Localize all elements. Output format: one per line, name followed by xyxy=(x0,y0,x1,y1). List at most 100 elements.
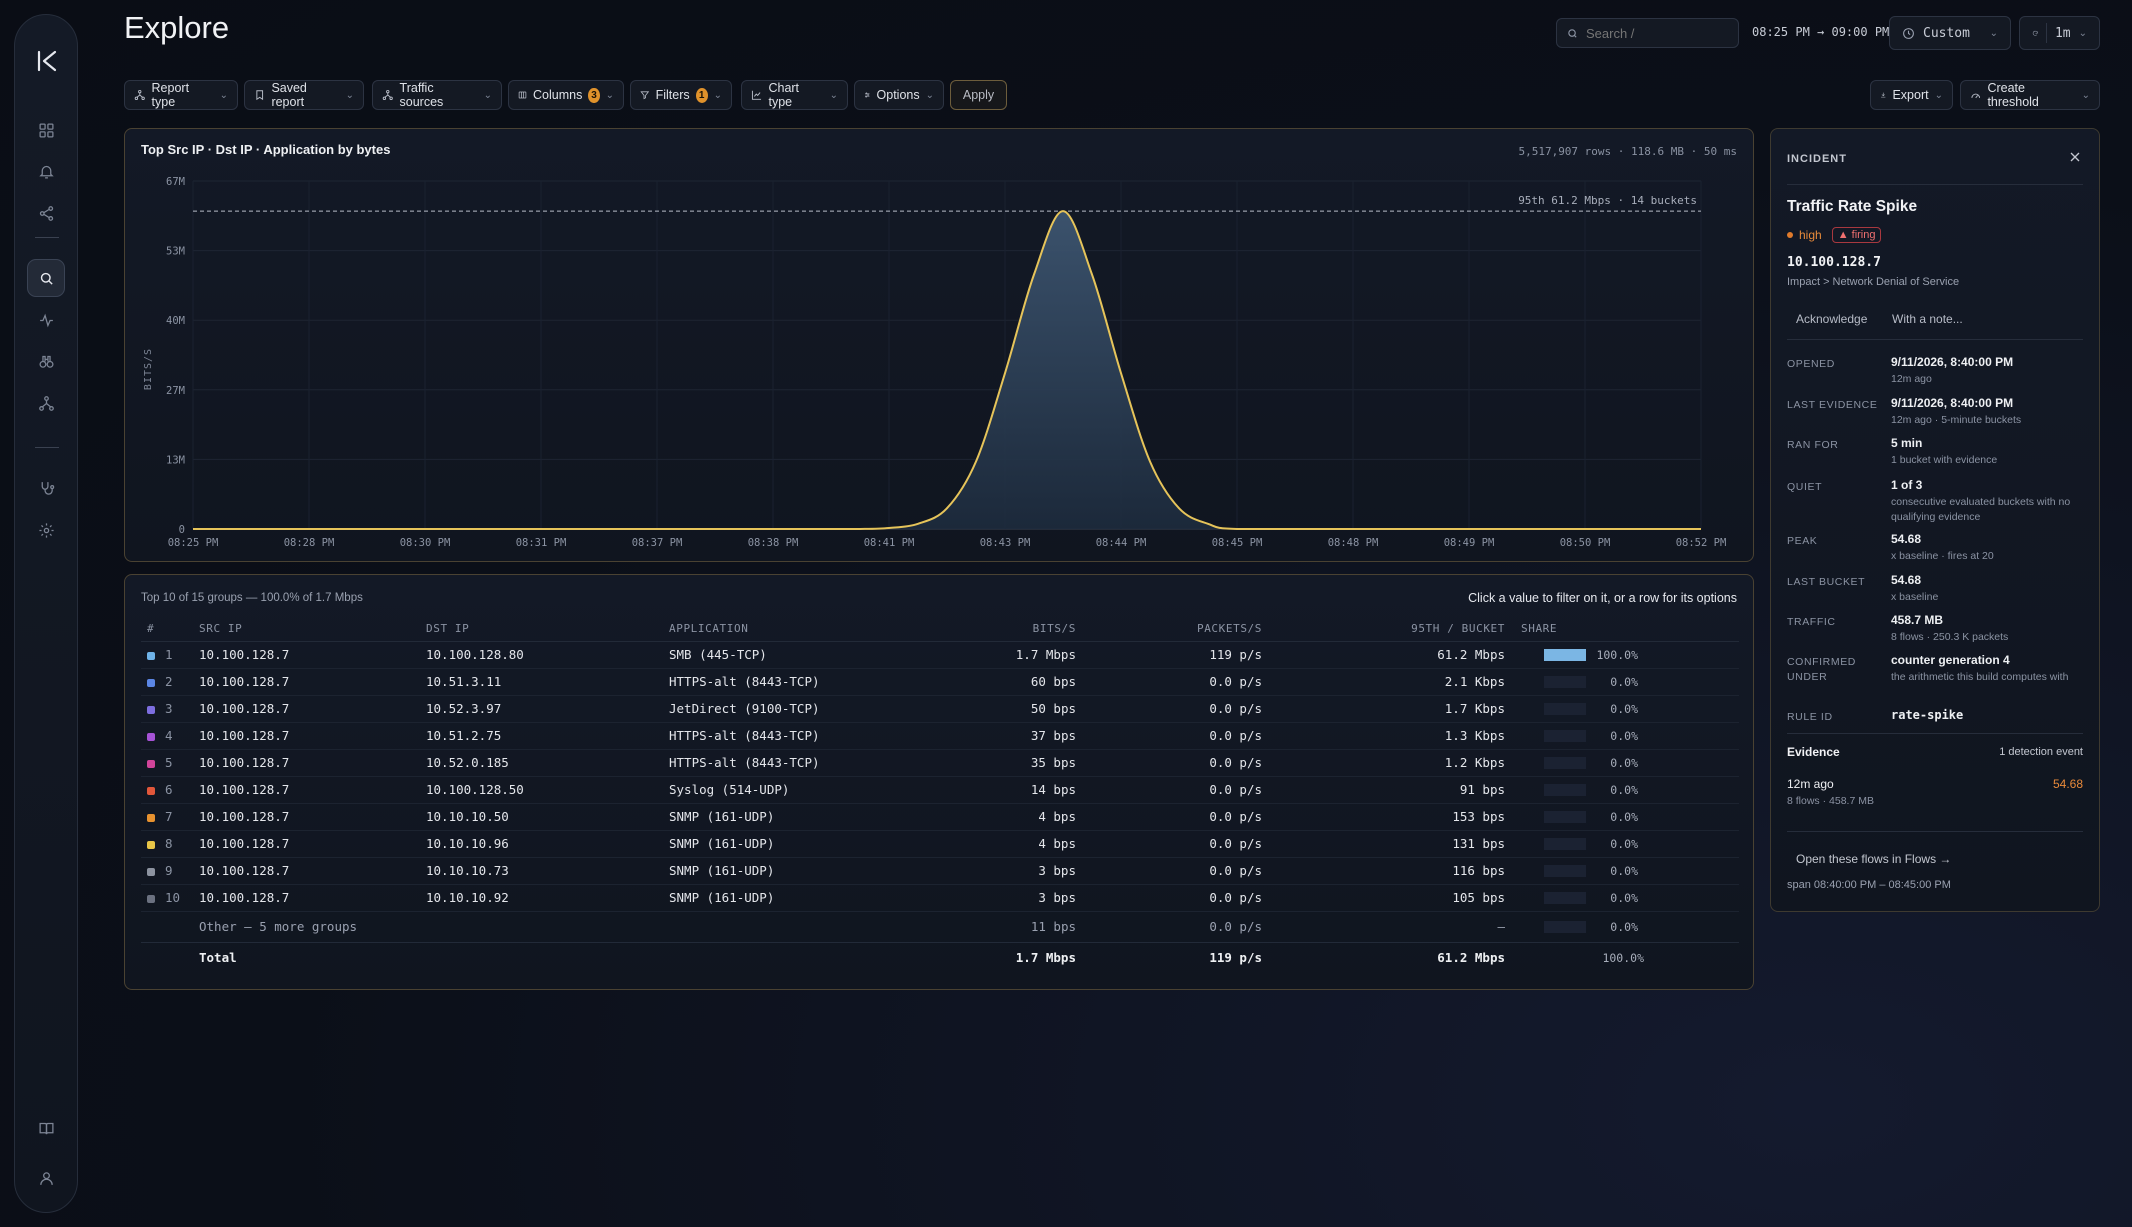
report-type-button[interactable]: Report type ⌄ xyxy=(124,80,238,110)
cell-src-ip[interactable]: 10.100.128.7 xyxy=(199,776,426,804)
cell-src-ip[interactable]: 10.100.128.7 xyxy=(199,641,426,669)
evidence-time[interactable]: 12m ago xyxy=(1787,777,1834,791)
table-row[interactable]: 4 10.100.128.7 10.51.2.75 HTTPS-alt (8443-T… xyxy=(141,722,1739,750)
columns-count-badge: 3 xyxy=(588,87,600,103)
cell-dst-ip[interactable]: 10.52.0.185 xyxy=(426,749,669,777)
cell-application[interactable]: SNMP (161-UDP) xyxy=(669,803,954,831)
col-index[interactable]: # xyxy=(141,617,199,642)
table-row[interactable]: 3 10.100.128.7 10.52.3.97 JetDirect (9100-T… xyxy=(141,695,1739,723)
row-index: 1 xyxy=(141,641,199,669)
nav-explore[interactable] xyxy=(27,259,65,297)
nav-investigate[interactable] xyxy=(27,342,65,380)
cell-dst-ip[interactable]: 10.10.10.50 xyxy=(426,803,669,831)
cell-dst-ip[interactable]: 10.10.10.92 xyxy=(426,884,669,912)
columns-button[interactable]: Columns 3 ⌄ xyxy=(508,80,624,110)
nav-alerts[interactable] xyxy=(27,152,65,190)
series-swatch xyxy=(147,759,155,768)
filters-button[interactable]: Filters 1 ⌄ xyxy=(630,80,732,110)
options-button[interactable]: Options ⌄ xyxy=(854,80,944,110)
nav-activity[interactable] xyxy=(27,301,65,339)
chevron-down-icon: ⌄ xyxy=(345,89,354,101)
cell-dst-ip[interactable]: 10.10.10.73 xyxy=(426,857,669,885)
cell-application[interactable]: Syslog (514-UDP) xyxy=(669,776,954,804)
cell-dst-ip[interactable]: 10.51.3.11 xyxy=(426,668,669,696)
col-share[interactable]: SHARE xyxy=(1505,617,1739,642)
table-row[interactable]: 5 10.100.128.7 10.52.0.185 HTTPS-alt (8443-… xyxy=(141,749,1739,777)
cell-dst-ip[interactable]: 10.10.10.96 xyxy=(426,830,669,858)
row-number: 4 xyxy=(165,728,173,743)
cell-src-ip[interactable]: 10.100.128.7 xyxy=(199,830,426,858)
cell-dst-ip[interactable]: 10.51.2.75 xyxy=(426,722,669,750)
acknowledge-with-note-button[interactable]: With a note... xyxy=(1892,312,1963,326)
nav-settings[interactable] xyxy=(27,511,65,549)
cell-application[interactable]: HTTPS-alt (8443-TCP) xyxy=(669,722,954,750)
nav-dashboard[interactable] xyxy=(27,111,65,149)
close-icon[interactable] xyxy=(2067,149,2083,165)
nav-topology[interactable] xyxy=(27,384,65,422)
incident-ip[interactable]: 10.100.128.7 xyxy=(1787,255,1881,270)
col-bits[interactable]: BITS/S xyxy=(954,617,1076,642)
area-chart[interactable]: 95th 61.2 Mbps · 14 buckets 67M 53M 40M 27M… xyxy=(125,129,1755,563)
cell-src-ip[interactable]: 10.100.128.7 xyxy=(199,803,426,831)
cell-src-ip[interactable]: 10.100.128.7 xyxy=(199,749,426,777)
cell-application[interactable]: HTTPS-alt (8443-TCP) xyxy=(669,749,954,777)
search-input[interactable] xyxy=(1586,25,1726,41)
export-button[interactable]: Export ⌄ xyxy=(1870,80,1953,110)
columns-icon xyxy=(518,91,527,99)
col-dst-ip[interactable]: DST IP xyxy=(426,617,669,642)
nav-share[interactable] xyxy=(27,194,65,232)
nav-docs[interactable] xyxy=(27,1109,65,1147)
cell-src-ip[interactable]: 10.100.128.7 xyxy=(199,857,426,885)
cell-src-ip[interactable]: 10.100.128.7 xyxy=(199,695,426,723)
cell-src-ip[interactable]: 10.100.128.7 xyxy=(199,884,426,912)
table-row[interactable]: 7 10.100.128.7 10.10.10.50 SNMP (161-UDP) 4 … xyxy=(141,803,1739,831)
cell-dst-ip[interactable]: 10.100.128.80 xyxy=(426,641,669,669)
logo-icon[interactable] xyxy=(35,49,59,73)
row-index: 5 xyxy=(141,749,199,777)
acknowledge-button[interactable]: Acknowledge xyxy=(1796,312,1867,326)
cell-packets: 0.0 p/s xyxy=(1076,695,1262,723)
share-percent: 0.0% xyxy=(1610,674,1638,689)
cell-application[interactable]: SNMP (161-UDP) xyxy=(669,830,954,858)
table-row[interactable]: 9 10.100.128.7 10.10.10.73 SNMP (161-UDP) 3 … xyxy=(141,857,1739,885)
report-type-label: Report type xyxy=(151,81,190,109)
col-95th[interactable]: 95TH / BUCKET xyxy=(1262,617,1505,642)
cell-src-ip[interactable]: 10.100.128.7 xyxy=(199,668,426,696)
field-value: 9/11/2026, 8:40:00 PM xyxy=(1891,355,2014,369)
incident-impact: Impact > Network Denial of Service xyxy=(1787,276,1960,288)
nav-health[interactable] xyxy=(27,469,65,507)
open-flows-link[interactable]: Open these flows in Flows → xyxy=(1796,852,1951,866)
table-row[interactable]: 10 10.100.128.7 10.10.10.92 SNMP (161-UDP) 3… xyxy=(141,884,1739,912)
create-threshold-button[interactable]: Create threshold ⌄ xyxy=(1960,80,2100,110)
cell-src-ip[interactable]: 10.100.128.7 xyxy=(199,722,426,750)
col-application[interactable]: APPLICATION xyxy=(669,617,954,642)
incident-title: Traffic Rate Spike xyxy=(1787,198,1918,215)
field-value: counter generation 4 xyxy=(1891,653,2010,667)
cell-application[interactable]: HTTPS-alt (8443-TCP) xyxy=(669,668,954,696)
cell-application[interactable]: JetDirect (9100-TCP) xyxy=(669,695,954,723)
cell-share: 0.0% xyxy=(1505,803,1739,831)
field-value: 9/11/2026, 8:40:00 PM xyxy=(1891,396,2014,410)
table-row[interactable]: 8 10.100.128.7 10.10.10.96 SNMP (161-UDP) 4 … xyxy=(141,830,1739,858)
time-range-select[interactable]: Custom ⌄ xyxy=(1889,16,2011,50)
saved-report-button[interactable]: Saved report ⌄ xyxy=(244,80,364,110)
col-src-ip[interactable]: SRC IP xyxy=(199,617,426,642)
cell-dst-ip[interactable]: 10.52.3.97 xyxy=(426,695,669,723)
field-value: rate-spike xyxy=(1891,708,1964,722)
cell-dst-ip[interactable]: 10.100.128.50 xyxy=(426,776,669,804)
nav-profile[interactable] xyxy=(27,1159,65,1197)
table-row[interactable]: 1 10.100.128.7 10.100.128.80 SMB (445-TCP) 1… xyxy=(141,641,1739,669)
col-packets[interactable]: PACKETS/S xyxy=(1076,617,1262,642)
traffic-sources-button[interactable]: Traffic sources ⌄ xyxy=(372,80,502,110)
cell-application[interactable]: SMB (445-TCP) xyxy=(669,641,954,669)
search-box[interactable] xyxy=(1556,18,1739,48)
refresh-control[interactable]: 1m ⌄ xyxy=(2019,16,2100,50)
other-row[interactable]: Other — 5 more groups 11 bps 0.0 p/s — 0.0% xyxy=(141,911,1739,943)
table-row[interactable]: 6 10.100.128.7 10.100.128.50 Syslog (514-UD… xyxy=(141,776,1739,804)
chart-type-button[interactable]: Chart type ⌄ xyxy=(741,80,848,110)
apply-button[interactable]: Apply xyxy=(950,80,1007,110)
table-row[interactable]: 2 10.100.128.7 10.51.3.11 HTTPS-alt (8443-T… xyxy=(141,668,1739,696)
cell-application[interactable]: SNMP (161-UDP) xyxy=(669,884,954,912)
share-percent: 0.0% xyxy=(1610,919,1638,934)
cell-application[interactable]: SNMP (161-UDP) xyxy=(669,857,954,885)
